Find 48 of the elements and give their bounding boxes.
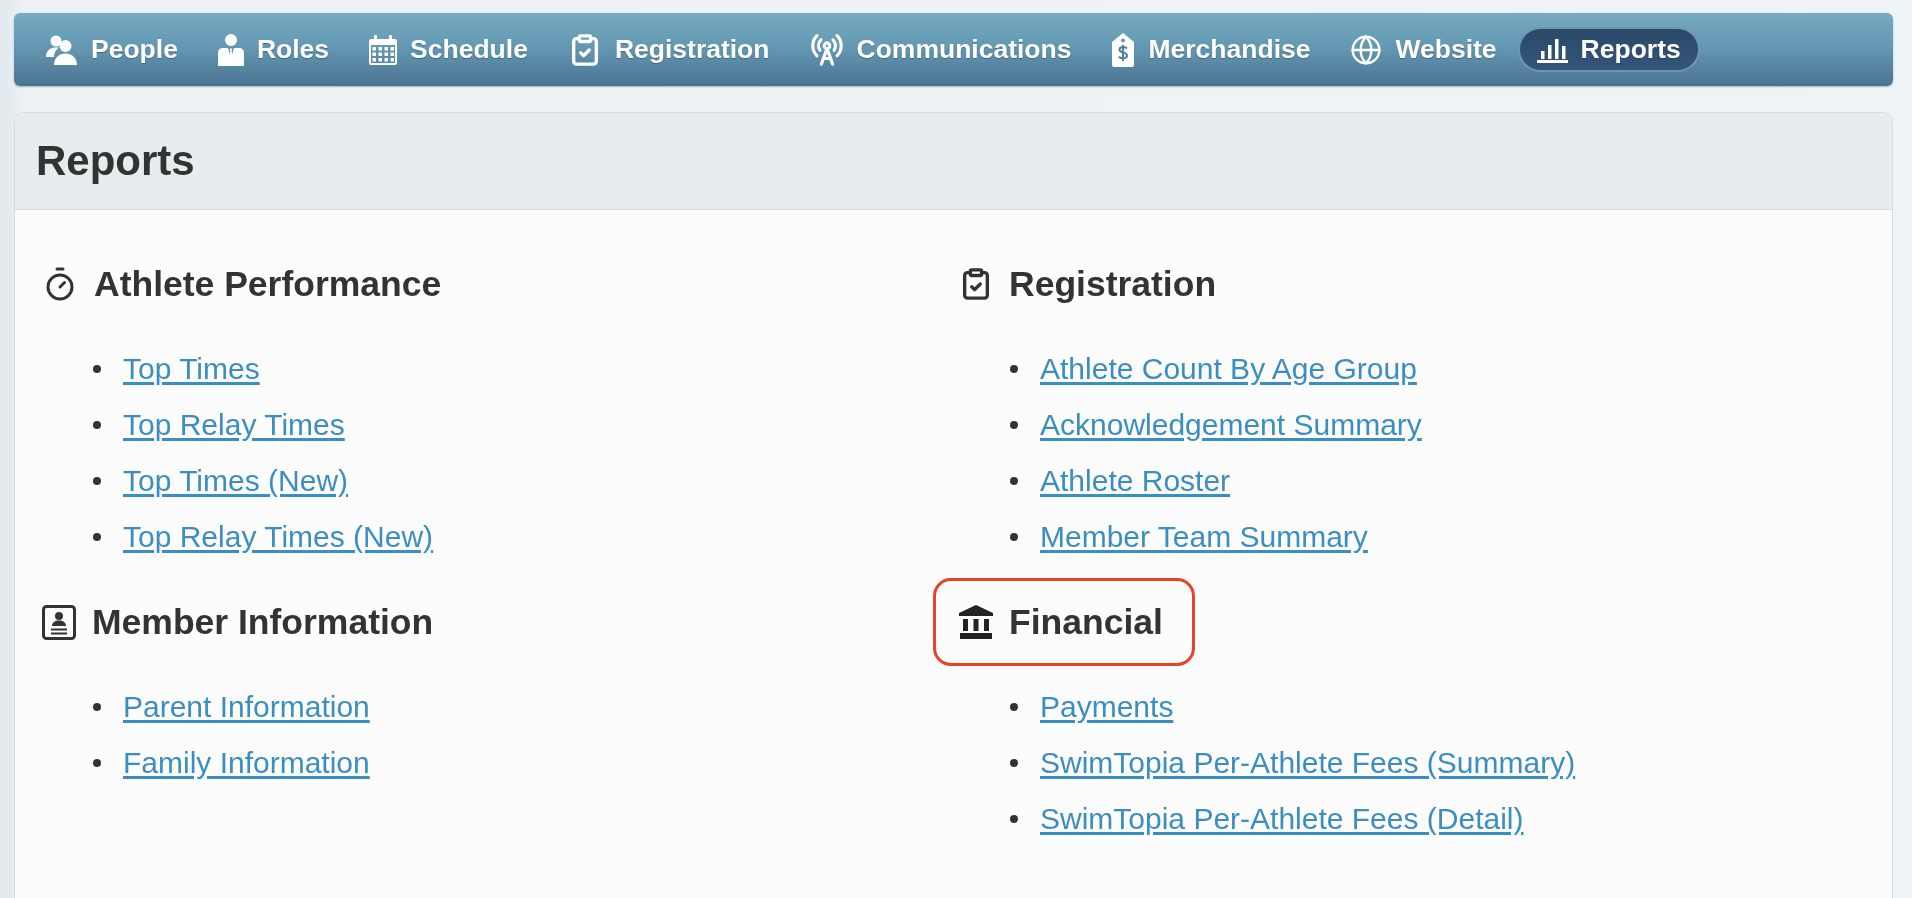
- section-heading: Financial: [1009, 601, 1163, 643]
- nav-tab[interactable]: Roles: [198, 27, 349, 72]
- nav-tab[interactable]: Merchandise: [1092, 27, 1330, 72]
- nav-tab[interactable]: Reports: [1517, 27, 1700, 72]
- nav-tab[interactable]: Registration: [548, 27, 789, 72]
- bullet-icon: [1010, 703, 1018, 711]
- bullet-icon: [1010, 533, 1018, 541]
- bullet-icon: [93, 365, 101, 373]
- report-link[interactable]: Member Team Summary: [1040, 520, 1368, 554]
- bullet-icon: [1010, 759, 1018, 767]
- bullet-icon: [1010, 365, 1018, 373]
- bullet-icon: [93, 477, 101, 485]
- section-heading: Registration: [1009, 263, 1217, 305]
- bank-building-icon: [959, 605, 993, 639]
- nav-tab[interactable]: Communications: [790, 27, 1091, 72]
- nav-tab[interactable]: People: [27, 27, 197, 72]
- panel-title: Reports: [36, 137, 195, 185]
- report-link[interactable]: Athlete Count By Age Group: [1040, 352, 1417, 386]
- report-link[interactable]: Payments: [1040, 690, 1174, 724]
- report-link[interactable]: Top Times (New): [123, 464, 349, 498]
- bullet-icon: [93, 533, 101, 541]
- person-with-tie-icon: [217, 33, 244, 66]
- bullet-icon: [93, 703, 101, 711]
- radio-tower-icon: [809, 32, 844, 67]
- report-link[interactable]: Top Relay Times: [123, 408, 345, 442]
- contact-card-icon: [42, 604, 76, 640]
- nav-tab[interactable]: Website: [1331, 27, 1516, 72]
- report-link[interactable]: SwimTopia Per-Athlete Fees (Summary): [1040, 746, 1576, 780]
- report-link[interactable]: Family Information: [123, 746, 370, 780]
- bullet-icon: [1010, 421, 1018, 429]
- people-icon: [46, 34, 78, 65]
- globe-icon: [1350, 33, 1383, 66]
- price-tag-icon: [1111, 32, 1136, 67]
- report-link[interactable]: Top Relay Times (New): [123, 520, 434, 554]
- calendar-icon: [369, 34, 398, 65]
- bullet-icon: [93, 759, 101, 767]
- report-link[interactable]: Top Times: [123, 352, 260, 386]
- report-link[interactable]: SwimTopia Per-Athlete Fees (Detail): [1040, 802, 1524, 836]
- report-link[interactable]: Acknowledgement Summary: [1040, 408, 1422, 442]
- section-heading: Athlete Performance: [94, 263, 442, 305]
- bullet-icon: [1010, 815, 1018, 823]
- report-link[interactable]: Athlete Roster: [1040, 464, 1231, 498]
- bullet-icon: [1010, 477, 1018, 485]
- bullet-icon: [93, 421, 101, 429]
- report-link[interactable]: Parent Information: [123, 690, 370, 724]
- bar-chart-icon: [1536, 36, 1568, 63]
- nav-tab[interactable]: Schedule: [350, 27, 547, 72]
- section-heading: Member Information: [92, 601, 434, 643]
